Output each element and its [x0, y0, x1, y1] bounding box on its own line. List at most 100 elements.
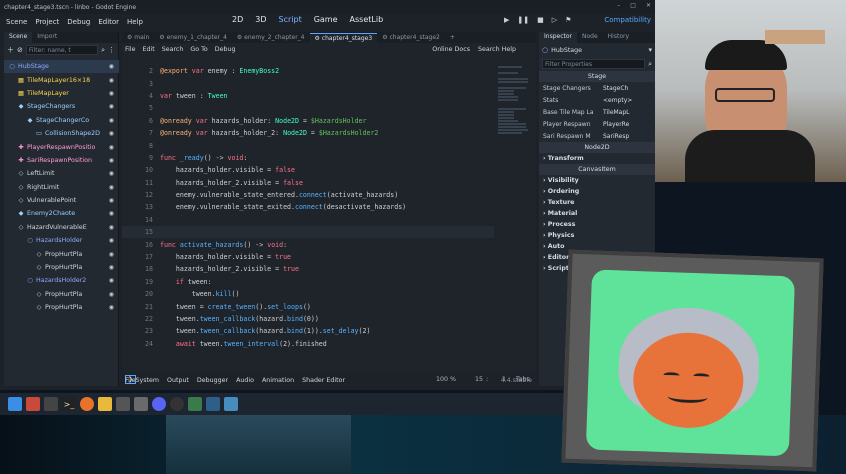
editor-menu-go-to[interactable]: Go To — [190, 46, 207, 53]
app-icon[interactable] — [26, 397, 40, 411]
property-value[interactable]: StageCh — [603, 85, 628, 92]
script-tab[interactable]: ⚙ enemy_1_chapter_4 — [154, 33, 232, 42]
play-icon[interactable]: ▶ — [504, 16, 509, 24]
section-visibility[interactable]: › Visibility — [539, 175, 655, 186]
visibility-icon[interactable]: ◉ — [109, 117, 114, 124]
play-scene-icon[interactable]: ▷ — [552, 16, 557, 24]
visibility-icon[interactable]: ◉ — [109, 237, 114, 244]
menu-project[interactable]: Project — [35, 18, 59, 26]
script-tab[interactable]: ⚙ main — [122, 33, 154, 42]
visibility-icon[interactable]: ◉ — [109, 77, 114, 84]
menu-debug[interactable]: Debug — [67, 18, 90, 26]
app-icon[interactable] — [44, 397, 58, 411]
windows-start-icon[interactable] — [8, 397, 22, 411]
inspector-property[interactable]: Sari Respawn M SariResp — [539, 130, 655, 142]
scene-node[interactable]: ✚ SariRespawnPosition ◉ — [4, 154, 119, 167]
scene-node[interactable]: ◇ LeftLimit ◉ — [4, 167, 119, 180]
panel-debugger[interactable]: Debugger — [197, 377, 228, 384]
scene-node[interactable]: ◆ StageChangers ◉ — [4, 100, 119, 113]
history-dropdown-icon[interactable]: ▾ — [648, 46, 652, 54]
scene-node[interactable]: ▦ TileMapLayer ◉ — [4, 87, 119, 100]
mode-2d[interactable]: 2D — [232, 15, 243, 24]
visibility-icon[interactable]: ◉ — [109, 197, 114, 204]
property-value[interactable]: PlayerRe — [603, 121, 629, 128]
tab-node[interactable]: Node — [577, 32, 603, 43]
scene-node[interactable]: ○ HazardsHolder ◉ — [4, 234, 119, 247]
mode-script[interactable]: Script — [279, 15, 302, 24]
terminal-icon[interactable]: >_ — [62, 397, 76, 411]
editor-online-docs[interactable]: Online Docs — [432, 46, 470, 53]
panel-audio[interactable]: Audio — [236, 377, 254, 384]
movie-icon[interactable]: ⚑ — [565, 16, 571, 24]
visibility-icon[interactable]: ◉ — [109, 264, 114, 271]
visibility-icon[interactable]: ◉ — [109, 210, 114, 217]
visibility-icon[interactable]: ◉ — [109, 291, 114, 298]
close-icon[interactable]: ✕ — [646, 2, 651, 9]
code-minimap[interactable] — [496, 65, 534, 145]
visibility-icon[interactable]: ◉ — [109, 184, 114, 191]
scene-node[interactable]: ◆ StageChangerCo ◉ — [4, 114, 119, 127]
editor-menu-file[interactable]: File — [125, 46, 136, 53]
minimize-icon[interactable]: – — [617, 2, 620, 9]
editor-menu-search[interactable]: Search — [162, 46, 184, 53]
editor-search-help[interactable]: Search Help — [478, 46, 516, 53]
godot-icon[interactable] — [224, 397, 238, 411]
scene-node[interactable]: ✚ PlayerRespawnPositio ◉ — [4, 140, 119, 153]
inspected-node[interactable]: HubStage — [551, 47, 645, 54]
panel-animation[interactable]: Animation — [262, 377, 294, 384]
menu-editor[interactable]: Editor — [98, 18, 119, 26]
stop-icon[interactable]: ■ — [537, 16, 544, 24]
scene-node[interactable]: ◇ PropHurtPla ◉ — [4, 288, 119, 301]
link-icon[interactable]: ⊘ — [17, 46, 23, 54]
property-filter-input[interactable]: Filter Properties — [542, 59, 646, 69]
tab-import[interactable]: Import — [32, 32, 62, 43]
search-icon[interactable]: ⌕ — [648, 60, 652, 69]
scene-node[interactable]: ◆ Enemy2Chaote ◉ — [4, 207, 119, 220]
inspector-property[interactable]: Base Tile Map La TileMapL — [539, 106, 655, 118]
app-icon[interactable] — [206, 397, 220, 411]
scene-node[interactable]: ▦ TileMapLayer16×18 ◉ — [4, 73, 119, 86]
visibility-icon[interactable]: ◉ — [109, 277, 114, 284]
folder-icon[interactable] — [98, 397, 112, 411]
obs-icon[interactable] — [170, 397, 184, 411]
scene-node[interactable]: ◇ VulnerablePoint ◉ — [4, 194, 119, 207]
script-tab[interactable]: ⚙ chapter4_stage3 — [309, 32, 378, 43]
panel-filesystem[interactable]: FileSystem — [125, 377, 159, 384]
scene-node[interactable]: ◇ PropHurtPla ◉ — [4, 247, 119, 260]
scene-filter-input[interactable]: Filter: name, t — [25, 45, 99, 55]
visibility-icon[interactable]: ◉ — [109, 170, 114, 177]
firefox-icon[interactable] — [80, 397, 94, 411]
scene-node[interactable]: ○ HubStage ◉ — [4, 60, 119, 74]
inspector-property[interactable]: Stage Changers StageCh — [539, 82, 655, 94]
section-ordering[interactable]: › Ordering — [539, 186, 655, 197]
visibility-icon[interactable]: ◉ — [109, 130, 114, 137]
scene-node[interactable]: ◇ HazardVulnerableE ◉ — [4, 221, 119, 234]
visibility-icon[interactable]: ◉ — [109, 144, 114, 151]
scene-node[interactable]: ▭ CollisionShape2D ◉ — [4, 127, 119, 140]
script-tab[interactable]: ⚙ enemy_2_chapter_4 — [232, 33, 310, 42]
mode-assetlib[interactable]: AssetLib — [350, 15, 384, 24]
section-process[interactable]: › Process — [539, 219, 655, 230]
app-icon[interactable] — [188, 397, 202, 411]
property-value[interactable]: SariResp — [603, 133, 629, 140]
app-icon[interactable] — [116, 397, 130, 411]
tab-scene[interactable]: Scene — [4, 32, 33, 43]
panel-output[interactable]: Output — [167, 377, 189, 384]
section-material[interactable]: › Material — [539, 208, 655, 219]
visibility-icon[interactable]: ◉ — [109, 224, 114, 231]
visibility-icon[interactable]: ◉ — [109, 304, 114, 311]
editor-menu-edit[interactable]: Edit — [143, 46, 155, 53]
menu-help[interactable]: Help — [127, 18, 143, 26]
add-tab-icon[interactable]: + — [445, 33, 460, 42]
visibility-icon[interactable]: ◉ — [109, 90, 114, 97]
mode-3d[interactable]: 3D — [255, 15, 266, 24]
section-physics[interactable]: › Physics — [539, 230, 655, 241]
maximize-icon[interactable]: □ — [630, 2, 636, 9]
section-texture[interactable]: › Texture — [539, 197, 655, 208]
inspector-property[interactable]: Player Respawn PlayerRe — [539, 118, 655, 130]
menu-icon[interactable]: ⋮ — [108, 46, 115, 54]
code-area[interactable]: 2 @export var enemy : EnemyBoss2 3 4 var twe… — [122, 65, 494, 377]
scene-node[interactable]: ◇ PropHurtPla ◉ — [4, 261, 119, 274]
menu-scene[interactable]: Scene — [6, 18, 27, 26]
visibility-icon[interactable]: ◉ — [109, 63, 114, 70]
